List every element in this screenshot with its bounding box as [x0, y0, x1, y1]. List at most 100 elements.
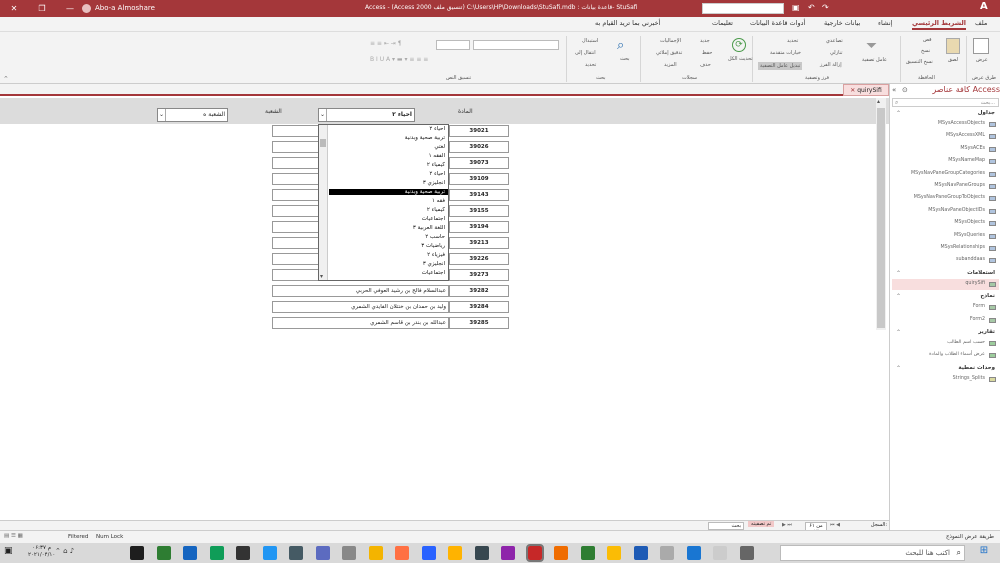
- student-id-field[interactable]: 39273: [449, 269, 509, 281]
- app-icon[interactable]: [421, 546, 436, 560]
- replace-button[interactable]: استبدال: [582, 38, 598, 44]
- cut-button[interactable]: قص: [923, 37, 932, 43]
- dropdown-option[interactable]: الفقه ۱: [429, 153, 445, 159]
- delete-record-button[interactable]: حذف: [700, 62, 711, 68]
- app-icon[interactable]: [368, 546, 383, 560]
- tab-home[interactable]: الشريط الرئيسي: [912, 19, 966, 30]
- tab-external-data[interactable]: بيانات خارجية: [824, 19, 860, 27]
- student-id-field[interactable]: 39073: [449, 157, 509, 169]
- dropdown-option[interactable]: كيمياء ۲: [427, 207, 445, 213]
- excel-icon[interactable]: [580, 546, 595, 560]
- student-id-field[interactable]: 39284: [449, 301, 509, 313]
- nav-section-header[interactable]: نماذج: [980, 293, 995, 299]
- save-icon[interactable]: ▣: [792, 3, 800, 12]
- restore-window-button[interactable]: ❐: [28, 0, 56, 17]
- scroll-up-icon[interactable]: ▴: [877, 98, 880, 105]
- nav-item[interactable]: MSysRelationships: [892, 243, 999, 254]
- student-id-field[interactable]: 39155: [449, 205, 509, 217]
- copy-button[interactable]: نسخ: [921, 48, 930, 54]
- powerpoint-icon[interactable]: [554, 546, 568, 560]
- dropdown-option[interactable]: لغتي: [434, 144, 445, 150]
- taskbar-search-input[interactable]: اكتب هنا للبحث ⌕: [780, 545, 965, 561]
- dropdown-option[interactable]: اللغة العربية ۳: [413, 225, 445, 231]
- undo-icon[interactable]: ↶: [808, 3, 815, 12]
- student-id-field[interactable]: 39109: [449, 173, 509, 185]
- ascending-button[interactable]: تصاعدي: [826, 38, 843, 44]
- word-icon[interactable]: [633, 546, 648, 560]
- chevron-up-icon[interactable]: ⌃: [896, 329, 901, 336]
- app-icon[interactable]: [342, 546, 356, 560]
- dropdown-option[interactable]: حاسب ۲: [425, 234, 445, 240]
- dropdown-option[interactable]: احياء ۲: [429, 171, 445, 177]
- nav-item[interactable]: MSysNavPaneGroupCategories: [892, 169, 999, 180]
- refresh-icon[interactable]: ⟳: [732, 38, 746, 52]
- scrollbar-thumb[interactable]: [877, 108, 885, 328]
- student-id-field[interactable]: 39143: [449, 189, 509, 201]
- font-size-select[interactable]: [436, 40, 470, 50]
- app-icon[interactable]: [660, 546, 674, 560]
- collapse-ribbon-icon[interactable]: ⌃: [3, 75, 9, 83]
- chevron-up-icon[interactable]: ⌃: [896, 365, 901, 372]
- nav-section-header[interactable]: وحدات نمطية: [958, 365, 995, 371]
- chevron-down-icon[interactable]: ⌄: [319, 109, 327, 121]
- close-window-button[interactable]: ✕: [0, 0, 28, 17]
- paste-button[interactable]: لصق: [948, 57, 958, 63]
- clock[interactable]: ۰۶:۳۷ م ۲۰۲۱/۰۴/۱۰: [28, 545, 55, 559]
- dropdown-option[interactable]: انجليزي ۳: [423, 180, 445, 186]
- more-button[interactable]: المزيد: [664, 62, 677, 68]
- goto-button[interactable]: انتقال إلى: [575, 50, 596, 56]
- windows-start-icon[interactable]: ⊞: [970, 545, 998, 561]
- nav-item[interactable]: Form: [892, 302, 999, 313]
- record-search-input[interactable]: بحث: [708, 522, 744, 530]
- nav-item[interactable]: Form2: [892, 315, 999, 326]
- nav-section-header[interactable]: تقارير: [978, 329, 995, 335]
- nav-pane-title[interactable]: كافة عناصر Access: [912, 85, 1000, 98]
- nav-section-header[interactable]: جداول: [978, 110, 995, 116]
- dropdown-option[interactable]: انجليزي ۳: [423, 261, 445, 267]
- spelling-button[interactable]: تدقيق إملائي: [656, 50, 682, 56]
- student-id-field[interactable]: 39194: [449, 221, 509, 233]
- chevron-up-icon[interactable]: ⌃: [896, 110, 901, 117]
- view-button[interactable]: عرض: [976, 57, 988, 63]
- nav-item[interactable]: MSysACEs: [892, 144, 999, 155]
- chevron-up-icon[interactable]: ⌃: [896, 293, 901, 300]
- chevron-down-icon[interactable]: ⊙: [902, 86, 908, 94]
- nav-item[interactable]: MSysAccessObjects: [892, 119, 999, 130]
- dropdown-option[interactable]: فقه ۱: [432, 198, 445, 204]
- tab-database-tools[interactable]: أدوات قاعدة البيانات: [750, 19, 805, 27]
- title-search-box[interactable]: [702, 3, 784, 14]
- nav-item[interactable]: MSysNavPaneGroupToObjects: [892, 193, 999, 204]
- nav-item[interactable]: MSysQueries: [892, 231, 999, 242]
- form-scrollbar[interactable]: ▴: [876, 98, 886, 330]
- firefox-icon[interactable]: [395, 546, 409, 560]
- dropdown-option[interactable]: اجتماعيات: [422, 270, 445, 276]
- chrome-icon[interactable]: [607, 546, 621, 560]
- dropdown-option[interactable]: احياء ۲: [429, 126, 445, 132]
- student-id-field[interactable]: 39026: [449, 141, 509, 153]
- student-name-field[interactable]: عبدالسلام فالح بن رشيد العوفي الحربي: [272, 285, 449, 297]
- format-painter-button[interactable]: نسخ التنسيق: [906, 59, 933, 65]
- scroll-down-icon[interactable]: ▾: [320, 273, 323, 280]
- app-icon[interactable]: [262, 546, 277, 560]
- collapse-pane-icon[interactable]: «: [892, 86, 896, 94]
- section-combo[interactable]: ⌄ الشعبة ه: [157, 108, 228, 122]
- view-icon[interactable]: [973, 38, 989, 54]
- notifications-icon[interactable]: ▣: [4, 546, 13, 556]
- green-app-icon[interactable]: [209, 546, 224, 560]
- dropdown-option[interactable]: كيمياء ۲: [427, 162, 445, 168]
- advanced-button[interactable]: خيارات متقدمة: [770, 50, 801, 56]
- tab-file[interactable]: ملف: [975, 19, 987, 27]
- remove-sort-button[interactable]: إزالة الفرز: [820, 62, 842, 68]
- find-button[interactable]: بحث: [620, 56, 630, 62]
- dropdown-option[interactable]: تربية صحية وبدنية: [405, 135, 445, 141]
- dropdown-option[interactable]: رياضيات ۳: [421, 243, 445, 249]
- app-icon[interactable]: [501, 546, 515, 560]
- nav-item[interactable]: subanddaas: [892, 255, 999, 266]
- nav-item[interactable]: MSysAccessXML: [892, 131, 999, 142]
- student-id-field[interactable]: 39213: [449, 237, 509, 249]
- tab-help[interactable]: تعليمات: [712, 19, 733, 27]
- task-view-icon[interactable]: [739, 546, 754, 560]
- nav-item[interactable]: عرض أسماء الطلاب والمادة: [892, 350, 999, 361]
- paste-icon[interactable]: [946, 38, 960, 54]
- edge-icon[interactable]: [686, 546, 701, 560]
